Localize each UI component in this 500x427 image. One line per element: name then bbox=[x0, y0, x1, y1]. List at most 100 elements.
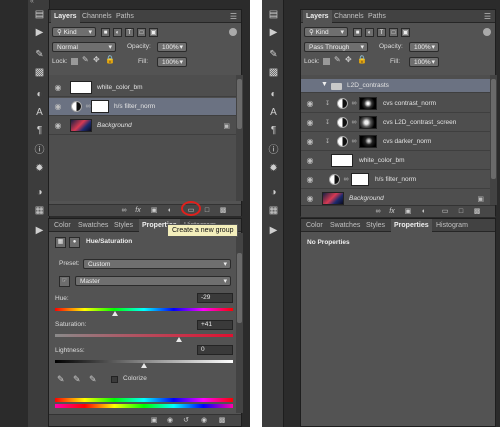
history-icon[interactable]: ▤ bbox=[267, 8, 280, 21]
view-previous-icon[interactable]: ◉ bbox=[165, 416, 175, 426]
mask-link-icon[interactable]: ∞ bbox=[351, 119, 357, 126]
fill-field[interactable]: 100% bbox=[157, 57, 187, 67]
lightness-slider-handle[interactable] bbox=[141, 363, 147, 368]
brush-preset-icon[interactable]: ✎ bbox=[267, 48, 280, 61]
saturation-field[interactable]: +41 bbox=[197, 320, 233, 330]
group-name[interactable]: L2D_contrasts bbox=[347, 79, 389, 93]
tab-styles[interactable]: Styles bbox=[363, 219, 388, 232]
swatches-icon[interactable]: ▦ bbox=[33, 204, 46, 217]
layer-name[interactable]: cvs darker_norm bbox=[383, 133, 431, 151]
tab-swatches[interactable]: Swatches bbox=[327, 219, 363, 232]
hue-slider[interactable] bbox=[55, 308, 233, 311]
targeted-adjustment-icon[interactable]: ☞ bbox=[59, 276, 70, 287]
channel-select[interactable]: Master bbox=[75, 276, 231, 286]
info-icon[interactable]: ⓘ bbox=[33, 144, 46, 157]
eyedropper-minus-icon[interactable]: ✎ bbox=[89, 374, 97, 385]
eyedropper-icon[interactable]: ✎ bbox=[57, 374, 65, 385]
reset-icon[interactable]: ↺ bbox=[181, 416, 191, 426]
blend-mode-select[interactable]: Pass Through bbox=[304, 42, 368, 52]
layer-name[interactable]: h/s filter_norm bbox=[375, 171, 416, 189]
layer-row-white-color[interactable]: ◉ white_color_bm bbox=[301, 152, 490, 170]
navigator-icon[interactable]: ✹ bbox=[267, 162, 280, 175]
lock-position-icon[interactable]: ✥ bbox=[93, 55, 100, 64]
filter-pixel-icon[interactable]: ■ bbox=[353, 28, 362, 37]
play-icon[interactable]: ▶ bbox=[33, 224, 46, 237]
paragraph-icon[interactable]: ¶ bbox=[267, 124, 280, 137]
clone-source-icon[interactable]: ▩ bbox=[267, 66, 280, 79]
adjustments-icon[interactable]: ◐ bbox=[267, 88, 280, 101]
filter-shape-icon[interactable]: □ bbox=[389, 28, 398, 37]
add-mask-icon[interactable]: ▣ bbox=[403, 207, 413, 217]
link-layers-icon[interactable]: ∞ bbox=[373, 207, 383, 217]
clip-to-layer-icon[interactable]: ▣ bbox=[149, 416, 159, 426]
mask-icon[interactable]: ● bbox=[69, 237, 80, 248]
tab-swatches[interactable]: Swatches bbox=[75, 219, 111, 232]
tab-color[interactable]: Color bbox=[51, 219, 74, 232]
clone-source-icon[interactable]: ▩ bbox=[33, 66, 46, 79]
swatches-icon[interactable]: ▦ bbox=[267, 204, 280, 217]
delete-layer-icon[interactable]: ▩ bbox=[472, 207, 482, 217]
play-icon[interactable]: ▶ bbox=[267, 224, 280, 237]
mask-link-icon[interactable]: ∞ bbox=[343, 176, 349, 183]
filter-toggle-icon[interactable] bbox=[483, 28, 491, 36]
lock-all-icon[interactable]: 🔒 bbox=[357, 55, 367, 64]
eyedropper-plus-icon[interactable]: ✎ bbox=[73, 374, 81, 385]
saturation-slider[interactable] bbox=[55, 334, 233, 337]
lock-position-icon[interactable]: ✥ bbox=[345, 55, 352, 64]
blend-mode-select[interactable]: Normal bbox=[52, 42, 116, 52]
layers-scrollbar[interactable] bbox=[490, 75, 497, 205]
tab-paths[interactable]: Paths bbox=[113, 10, 137, 23]
lock-image-icon[interactable]: ✎ bbox=[82, 55, 89, 64]
tab-color[interactable]: Color bbox=[303, 219, 326, 232]
group-expand-icon[interactable]: ▼ bbox=[321, 81, 328, 88]
tab-paths[interactable]: Paths bbox=[365, 10, 389, 23]
layer-style-icon[interactable]: fx bbox=[387, 207, 397, 217]
visibility-eye-icon[interactable]: ◉ bbox=[53, 83, 63, 93]
hue-field[interactable]: -29 bbox=[197, 293, 233, 303]
lock-transparent-icon[interactable] bbox=[323, 58, 330, 65]
saturation-slider-handle[interactable] bbox=[176, 337, 182, 342]
lightness-field[interactable]: 0 bbox=[197, 345, 233, 355]
filter-adjustment-icon[interactable]: ◐ bbox=[365, 28, 374, 37]
visibility-eye-icon[interactable]: ◉ bbox=[305, 118, 315, 128]
actions-icon[interactable]: ▶ bbox=[33, 26, 46, 39]
layer-name[interactable]: h/s filter_norm bbox=[114, 98, 155, 116]
color-icon[interactable]: ◑ bbox=[267, 186, 280, 199]
filter-toggle-icon[interactable] bbox=[229, 28, 237, 36]
opacity-field[interactable]: 100% bbox=[409, 42, 439, 52]
filter-kind-select[interactable]: ⚲ Kind bbox=[52, 27, 96, 37]
layer-row-contrast-screen[interactable]: ◉ ↧ ∞ cvs L2D_contrast_screen bbox=[301, 114, 490, 132]
navigator-icon[interactable]: ✹ bbox=[33, 162, 46, 175]
character-icon[interactable]: A bbox=[33, 106, 46, 119]
panel-menu-icon[interactable]: ☰ bbox=[230, 12, 237, 21]
layer-mask-thumbnail[interactable] bbox=[351, 173, 369, 186]
link-layers-icon[interactable]: ∞ bbox=[119, 206, 129, 216]
layer-row-background[interactable]: ◉ Background ▣ bbox=[49, 117, 236, 135]
visibility-eye-icon[interactable]: ◉ bbox=[305, 194, 315, 204]
opacity-field[interactable]: 100% bbox=[157, 42, 187, 52]
tab-layers[interactable]: Layers bbox=[51, 10, 80, 23]
new-group-icon[interactable]: ▭ bbox=[440, 207, 450, 217]
properties-scrollbar[interactable] bbox=[236, 233, 243, 413]
character-icon[interactable]: A bbox=[267, 106, 280, 119]
filter-pixel-icon[interactable]: ■ bbox=[101, 28, 110, 37]
toggle-visibility-icon[interactable]: ◉ bbox=[199, 416, 209, 426]
filter-type-icon[interactable]: T bbox=[377, 28, 386, 37]
visibility-eye-icon[interactable]: ◉ bbox=[305, 137, 315, 147]
visibility-eye-icon[interactable]: ◉ bbox=[53, 102, 63, 112]
layer-row-group[interactable]: ▼ L2D_contrasts bbox=[301, 79, 490, 93]
paragraph-icon[interactable]: ¶ bbox=[33, 124, 46, 137]
layer-row-white-color[interactable]: ◉ white_color_bm bbox=[49, 79, 236, 97]
lock-transparent-icon[interactable] bbox=[71, 58, 78, 65]
toolbar-left-collapse-icon[interactable]: « bbox=[30, 0, 34, 5]
filter-type-icon[interactable]: T bbox=[125, 28, 134, 37]
tab-channels[interactable]: Channels bbox=[79, 10, 115, 23]
panel-menu-icon[interactable]: ☰ bbox=[484, 12, 491, 21]
layer-mask-thumbnail[interactable] bbox=[359, 135, 377, 148]
layer-mask-thumbnail[interactable] bbox=[91, 100, 109, 113]
adjustments-icon[interactable]: ◐ bbox=[33, 88, 46, 101]
filter-adjustment-icon[interactable]: ◐ bbox=[113, 28, 122, 37]
filter-smart-icon[interactable]: ▣ bbox=[149, 28, 158, 37]
lock-all-icon[interactable]: 🔒 bbox=[105, 55, 115, 64]
layer-name[interactable]: Background bbox=[97, 117, 132, 135]
